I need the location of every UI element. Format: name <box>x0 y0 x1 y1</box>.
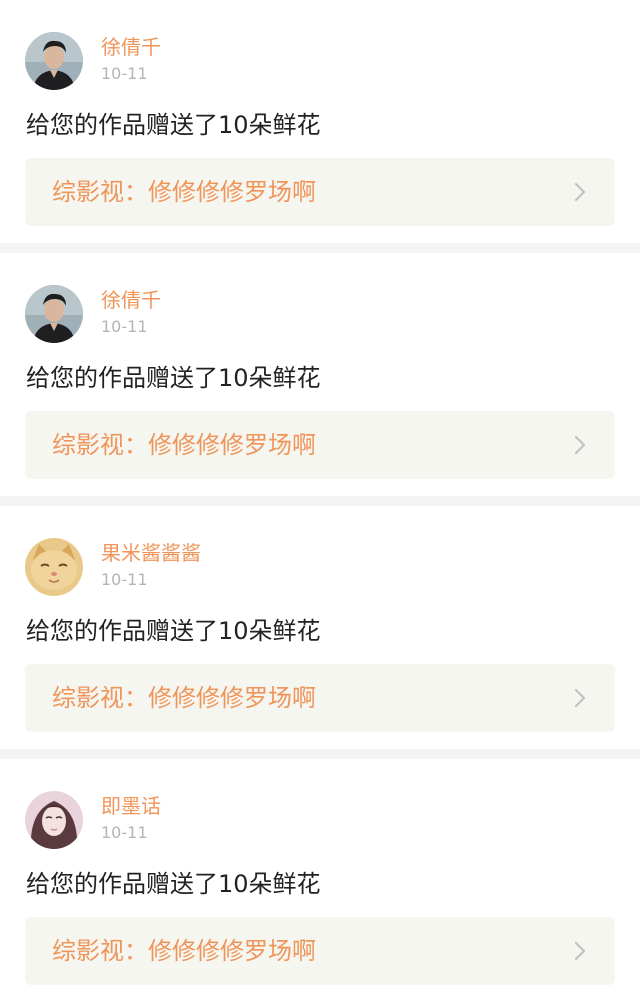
timestamp: 10-11 <box>101 317 148 336</box>
timestamp: 10-11 <box>101 570 148 589</box>
notification-card: 徐倩千 10-11 给您的作品赠送了10朵鲜花 综影视：修修修修罗场啊 <box>0 253 640 496</box>
chevron-right-icon <box>569 686 591 710</box>
username[interactable]: 徐倩千 <box>101 34 161 60</box>
chevron-right-icon <box>569 433 591 457</box>
man-portrait-icon <box>25 32 83 90</box>
work-title: 综影视：修修修修罗场啊 <box>52 178 316 206</box>
notification-card: 徐倩千 10-11 给您的作品赠送了10朵鲜花 综影视：修修修修罗场啊 <box>0 0 640 243</box>
work-title: 综影视：修修修修罗场啊 <box>52 684 316 712</box>
divider <box>0 749 640 759</box>
avatar[interactable] <box>25 791 83 849</box>
chevron-right-icon <box>569 939 591 963</box>
username[interactable]: 果米酱酱酱 <box>101 540 201 566</box>
work-link[interactable]: 综影视：修修修修罗场啊 <box>25 917 615 985</box>
work-title: 综影视：修修修修罗场啊 <box>52 937 316 965</box>
chevron-right-icon <box>569 180 591 204</box>
username[interactable]: 徐倩千 <box>101 287 161 313</box>
notification-message: 给您的作品赠送了10朵鲜花 <box>26 617 321 645</box>
work-title: 综影视：修修修修罗场啊 <box>52 431 316 459</box>
divider <box>0 243 640 253</box>
timestamp: 10-11 <box>101 823 148 842</box>
avatar[interactable] <box>25 538 83 596</box>
divider <box>0 496 640 506</box>
man-portrait-icon <box>25 285 83 343</box>
notification-message: 给您的作品赠送了10朵鲜花 <box>26 111 321 139</box>
username[interactable]: 即墨话 <box>101 793 161 819</box>
notification-card: 果米酱酱酱 10-11 给您的作品赠送了10朵鲜花 综影视：修修修修罗场啊 <box>0 506 640 749</box>
avatar[interactable] <box>25 32 83 90</box>
notification-message: 给您的作品赠送了10朵鲜花 <box>26 870 321 898</box>
timestamp: 10-11 <box>101 64 148 83</box>
notification-list: 徐倩千 10-11 给您的作品赠送了10朵鲜花 综影视：修修修修罗场啊 徐倩千 … <box>0 0 640 1002</box>
work-link[interactable]: 综影视：修修修修罗场啊 <box>25 411 615 479</box>
kitten-icon <box>25 538 83 596</box>
woman-portrait-icon <box>25 791 83 849</box>
notification-message: 给您的作品赠送了10朵鲜花 <box>26 364 321 392</box>
work-link[interactable]: 综影视：修修修修罗场啊 <box>25 664 615 732</box>
work-link[interactable]: 综影视：修修修修罗场啊 <box>25 158 615 226</box>
notification-card: 即墨话 10-11 给您的作品赠送了10朵鲜花 综影视：修修修修罗场啊 <box>0 759 640 1002</box>
avatar[interactable] <box>25 285 83 343</box>
